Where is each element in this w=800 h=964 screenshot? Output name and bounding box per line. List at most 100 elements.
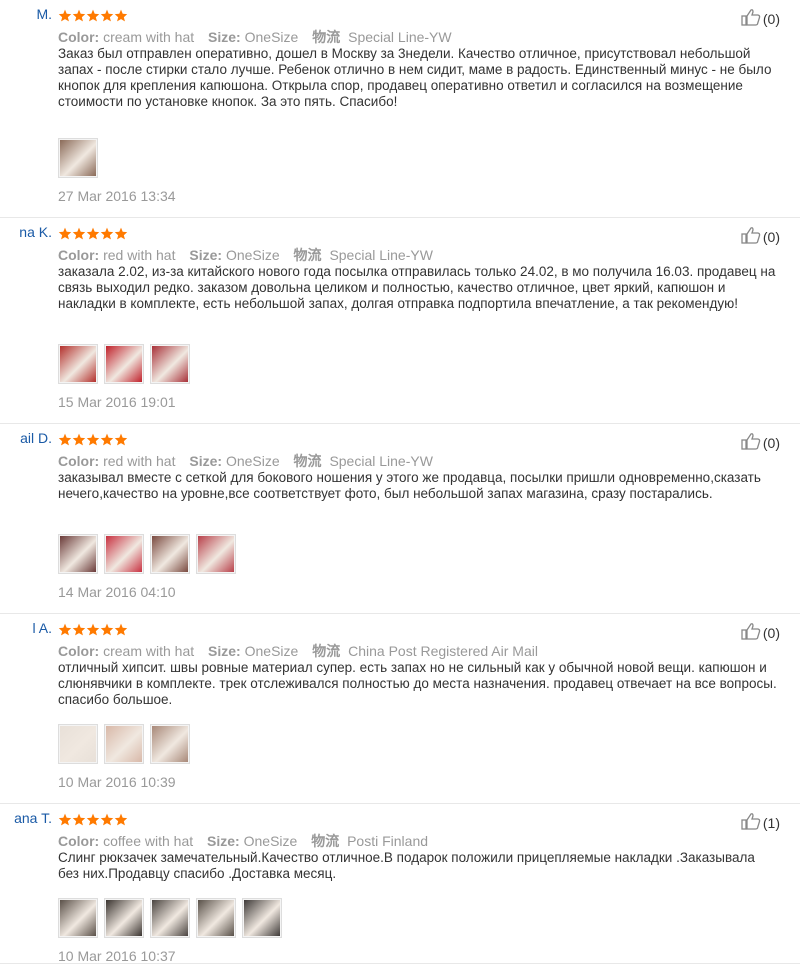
helpful-button[interactable]: (0) [741, 432, 780, 453]
star-rating [58, 9, 128, 22]
color-value: cream with hat [103, 643, 195, 659]
shipping-label: 物流 [312, 29, 341, 45]
review-text: заказала 2.02, из-за китайского нового г… [58, 264, 776, 311]
review-text: отличный хипсит. швы ровные материал суп… [58, 660, 777, 707]
review-photo-thumbnail[interactable] [58, 138, 98, 178]
review-photo-thumbnail[interactable] [104, 344, 144, 384]
size-label: Size: [208, 29, 241, 45]
photo-image [244, 900, 280, 936]
review-photo-thumbnail[interactable] [242, 898, 282, 938]
review-item: M. Color: cream with hat Size: OneSize 物… [0, 0, 800, 218]
order-details: Color: cream with hat Size: OneSize 物流 S… [58, 27, 462, 47]
reviewer-name[interactable]: na K. [0, 224, 52, 240]
review-photo-thumbnail[interactable] [104, 534, 144, 574]
review-photo-thumbnail[interactable] [150, 534, 190, 574]
helpful-button[interactable]: (0) [741, 8, 780, 29]
photo-image [60, 346, 96, 382]
photo-image [106, 726, 142, 762]
review-photos [58, 724, 190, 764]
photo-image [60, 140, 96, 176]
size-label: Size: [189, 453, 223, 469]
photo-image [60, 900, 96, 936]
color-value: cream with hat [103, 29, 195, 45]
photo-image [198, 900, 234, 936]
reviewer-name[interactable]: ana T. [0, 810, 52, 826]
review-photo-thumbnail[interactable] [58, 344, 98, 384]
size-value: OneSize [225, 453, 280, 469]
review-photo-thumbnail[interactable] [196, 534, 236, 574]
photo-image [198, 536, 234, 572]
color-label: Color: [58, 643, 100, 659]
review-photos [58, 534, 236, 574]
helpful-button[interactable]: (0) [741, 622, 780, 643]
review-photos [58, 898, 282, 938]
helpful-count: (0) [762, 624, 780, 641]
order-details: Color: red with hat Size: OneSize 物流 Spe… [58, 451, 443, 471]
order-details: Color: red with hat Size: OneSize 物流 Spe… [58, 245, 443, 265]
shipping-value: Special Line-YW [348, 29, 452, 45]
review-photos [58, 138, 98, 178]
shipping-label: 物流 [293, 247, 322, 263]
thumbs-up-icon [741, 812, 761, 833]
shipping-label: 物流 [311, 833, 340, 849]
color-label: Color: [58, 29, 100, 45]
review-text: Слинг рюкзачек замечательный.Качество от… [58, 850, 755, 881]
star-rating [58, 433, 128, 446]
order-details: Color: coffee with hat Size: OneSize 物流 … [58, 831, 438, 851]
review-date: 10 Mar 2016 10:39 [58, 774, 176, 790]
review-item: l A. Color: cream with hat Size: OneSize… [0, 614, 800, 804]
size-value: OneSize [225, 247, 280, 263]
reviewer-name[interactable]: M. [0, 6, 52, 22]
size-label: Size: [189, 247, 223, 263]
helpful-count: (0) [762, 228, 780, 245]
review-photo-thumbnail[interactable] [150, 724, 190, 764]
shipping-value: Special Line-YW [329, 453, 433, 469]
review-date: 15 Mar 2016 19:01 [58, 394, 176, 410]
photo-image [106, 536, 142, 572]
color-label: Color: [58, 453, 100, 469]
review-date: 14 Mar 2016 04:10 [58, 584, 176, 600]
review-item: na K. Color: red with hat Size: OneSize … [0, 218, 800, 424]
review-photo-thumbnail[interactable] [58, 898, 98, 938]
review-text: заказывал вместе с сеткой для бокового н… [58, 470, 761, 501]
color-value: red with hat [103, 453, 176, 469]
order-details: Color: cream with hat Size: OneSize 物流 C… [58, 641, 548, 661]
review-photo-thumbnail[interactable] [58, 534, 98, 574]
color-value: coffee with hat [103, 833, 194, 849]
review-photo-thumbnail[interactable] [58, 724, 98, 764]
photo-image [106, 900, 142, 936]
color-value: red with hat [103, 247, 176, 263]
review-item: ail D. Color: red with hat Size: OneSize… [0, 424, 800, 614]
reviewer-name[interactable]: ail D. [0, 430, 52, 446]
review-photo-thumbnail[interactable] [150, 344, 190, 384]
thumbs-up-icon [741, 8, 761, 29]
helpful-button[interactable]: (0) [741, 226, 780, 247]
star-rating [58, 623, 128, 636]
helpful-button[interactable]: (1) [741, 812, 780, 833]
size-label: Size: [208, 643, 241, 659]
shipping-label: 物流 [293, 453, 322, 469]
size-value: OneSize [244, 643, 299, 659]
shipping-label: 物流 [312, 643, 341, 659]
review-photo-thumbnail[interactable] [104, 724, 144, 764]
photo-image [152, 900, 188, 936]
review-text: Заказ был отправлен оперативно, дошел в … [58, 46, 772, 109]
review-photo-thumbnail[interactable] [196, 898, 236, 938]
thumbs-up-icon [741, 622, 761, 643]
color-label: Color: [58, 247, 100, 263]
photo-image [152, 536, 188, 572]
size-value: OneSize [243, 833, 298, 849]
review-photo-thumbnail[interactable] [104, 898, 144, 938]
review-photo-thumbnail[interactable] [150, 898, 190, 938]
review-date: 27 Mar 2016 13:34 [58, 188, 176, 204]
color-label: Color: [58, 833, 100, 849]
shipping-value: Posti Finland [347, 833, 429, 849]
photo-image [152, 346, 188, 382]
thumbs-up-icon [741, 432, 761, 453]
thumbs-up-icon [741, 226, 761, 247]
reviewer-name[interactable]: l A. [0, 620, 52, 636]
star-rating [58, 227, 128, 240]
review-date: 10 Mar 2016 10:37 [58, 948, 176, 964]
helpful-count: (1) [762, 814, 780, 831]
review-item: ana T. Color: coffee with hat Size: OneS… [0, 804, 800, 964]
